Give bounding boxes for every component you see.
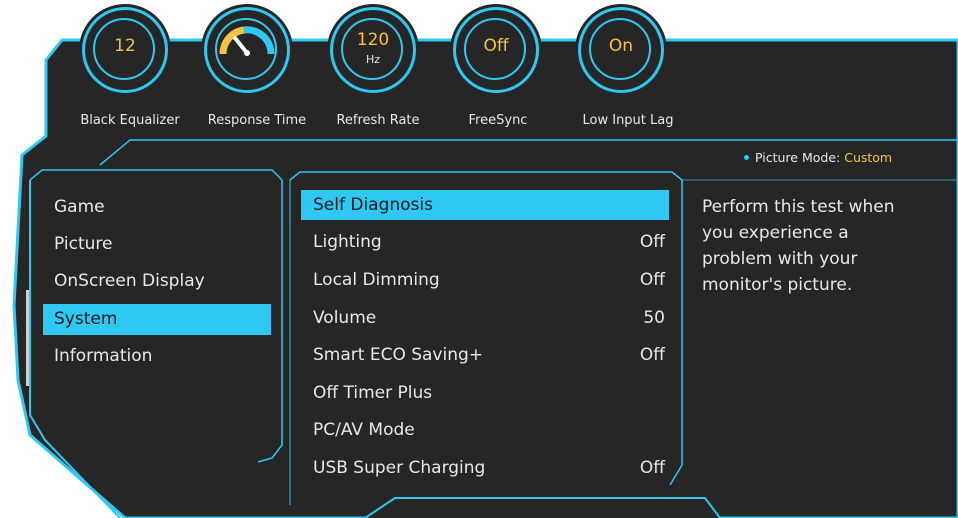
item-value: Off <box>639 232 665 252</box>
response-time-label: Response Time <box>207 113 307 128</box>
menu-picture[interactable]: Picture <box>43 229 271 260</box>
response-time-gauge-icon <box>219 26 275 56</box>
picture-mode-indicator: Picture Mode: Custom <box>744 150 892 165</box>
black-equalizer-value: 12 <box>114 36 136 56</box>
low-input-lag-label: Low Input Lag <box>582 113 674 128</box>
item-value: Off <box>639 458 665 478</box>
item-value: Off <box>639 345 665 365</box>
item-label: Off Timer Plus <box>313 383 433 403</box>
item-self-diagnosis[interactable]: Self Diagnosis <box>301 190 669 220</box>
item-local-dimming[interactable]: Local Dimming Off <box>301 265 669 295</box>
black-equalizer-dial[interactable]: 12 <box>85 10 165 90</box>
item-label: Smart ECO Saving+ <box>313 345 484 365</box>
item-label: USB Super Charging <box>313 458 486 478</box>
item-volume[interactable]: Volume 50 <box>301 303 669 333</box>
menu-onscreen-display[interactable]: OnScreen Display <box>43 266 271 297</box>
refresh-rate-value: 120 <box>356 30 390 50</box>
menu-information[interactable]: Information <box>43 341 271 372</box>
item-label: PC/AV Mode <box>313 420 415 440</box>
item-label: Local Dimming <box>313 270 440 290</box>
picture-mode-label: Picture Mode: <box>755 150 841 165</box>
item-pc-av-mode[interactable]: PC/AV Mode <box>301 415 669 445</box>
freesync-label: FreeSync <box>468 113 528 128</box>
item-label: Lighting <box>313 232 382 252</box>
picture-mode-value: Custom <box>844 150 893 165</box>
refresh-rate-label: Refresh Rate <box>336 113 420 128</box>
item-off-timer-plus[interactable]: Off Timer Plus <box>301 378 669 408</box>
response-time-dial[interactable] <box>207 10 287 90</box>
item-label: Self Diagnosis <box>313 195 433 215</box>
item-lighting[interactable]: Lighting Off <box>301 227 669 257</box>
bullet-dot-icon <box>744 155 749 160</box>
item-description: Perform this test when you experience a … <box>702 197 895 295</box>
menu-game[interactable]: Game <box>43 192 271 223</box>
osd-screen: 12 Black Equalizer Response Time 120 Hz … <box>0 0 958 518</box>
freesync-dial[interactable]: Off <box>456 10 536 90</box>
menu-system[interactable]: System <box>43 304 271 335</box>
black-equalizer-label: Black Equalizer <box>80 113 180 128</box>
refresh-rate-unit: Hz <box>365 53 381 66</box>
item-label: Volume <box>313 308 377 328</box>
freesync-value: Off <box>483 36 509 56</box>
item-value: Off <box>639 270 665 290</box>
refresh-rate-dial[interactable]: 120 Hz <box>333 10 413 90</box>
low-input-lag-dial[interactable]: On <box>581 10 661 90</box>
low-input-lag-value: On <box>608 36 634 56</box>
item-smart-eco-saving[interactable]: Smart ECO Saving+ Off <box>301 340 669 370</box>
item-value: 50 <box>643 308 665 328</box>
item-usb-super-charging[interactable]: USB Super Charging Off <box>301 453 669 483</box>
